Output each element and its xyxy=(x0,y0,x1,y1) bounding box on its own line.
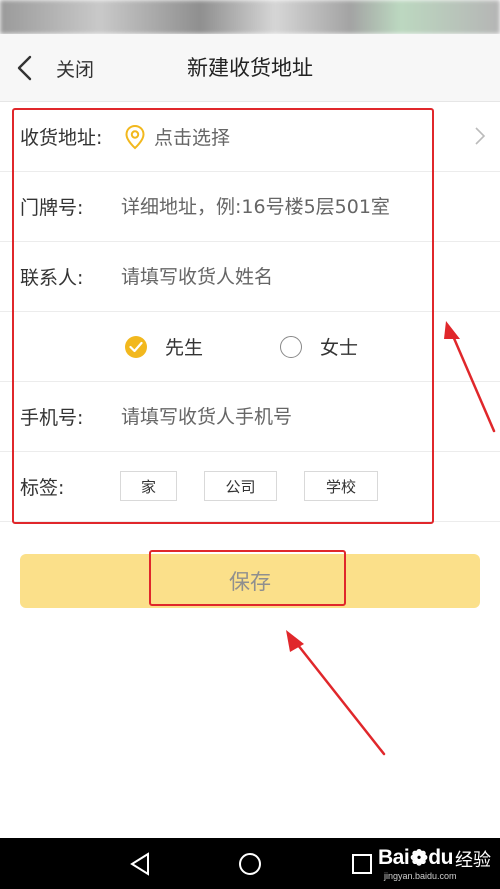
status-bar-blur xyxy=(0,0,500,34)
circle-home-icon[interactable] xyxy=(236,850,264,878)
select-location-button[interactable]: 点击选择 xyxy=(124,123,230,150)
gender-option-ms-label: 女士 xyxy=(320,337,359,359)
close-label: 关闭 xyxy=(56,58,95,81)
tag-school[interactable]: 学校 xyxy=(304,471,378,501)
save-button[interactable]: 保存 xyxy=(20,554,480,608)
house-number-input[interactable] xyxy=(121,195,461,218)
status-bar xyxy=(0,0,500,34)
house-number-label: 门牌号: xyxy=(20,197,84,219)
gender-option-mr[interactable]: 先生 xyxy=(125,333,203,360)
phone-label: 手机号: xyxy=(20,407,84,429)
location-pin-icon xyxy=(125,124,145,149)
address-form: 收货地址: 点击选择 门牌号: 联系人: 先生 女士 xyxy=(0,102,500,522)
tag-home[interactable]: 家 xyxy=(120,471,177,501)
system-nav-bar xyxy=(0,838,500,889)
gender-row: 先生 女士 xyxy=(0,312,500,382)
chevron-left-icon xyxy=(17,55,32,81)
annotation-arrow-icon xyxy=(286,630,386,756)
header: 关闭 新建收货地址 xyxy=(0,34,500,102)
contact-row: 联系人: xyxy=(0,242,500,312)
radio-checked-icon xyxy=(125,335,147,358)
phone-row: 手机号: xyxy=(0,382,500,452)
triangle-back-icon[interactable] xyxy=(126,850,154,878)
chevron-right-icon xyxy=(474,126,486,150)
gender-option-mr-label: 先生 xyxy=(165,337,204,359)
save-button-label: 保存 xyxy=(229,570,271,594)
phone-input[interactable] xyxy=(121,405,461,428)
square-recent-icon[interactable] xyxy=(348,850,376,878)
close-button[interactable]: 关闭 xyxy=(12,48,112,88)
contact-name-input[interactable] xyxy=(121,265,461,288)
select-location-label: 点击选择 xyxy=(154,127,231,149)
address-label: 收货地址: xyxy=(20,127,103,149)
contact-label: 联系人: xyxy=(20,267,84,289)
tag-company[interactable]: 公司 xyxy=(204,471,277,501)
radio-unchecked-icon xyxy=(280,335,302,358)
house-number-row: 门牌号: xyxy=(0,172,500,242)
tags-label: 标签: xyxy=(20,477,65,499)
address-row[interactable]: 收货地址: 点击选择 xyxy=(0,102,500,172)
tags-row: 标签: 家 公司 学校 xyxy=(0,452,500,522)
gender-option-ms[interactable]: 女士 xyxy=(280,333,358,360)
